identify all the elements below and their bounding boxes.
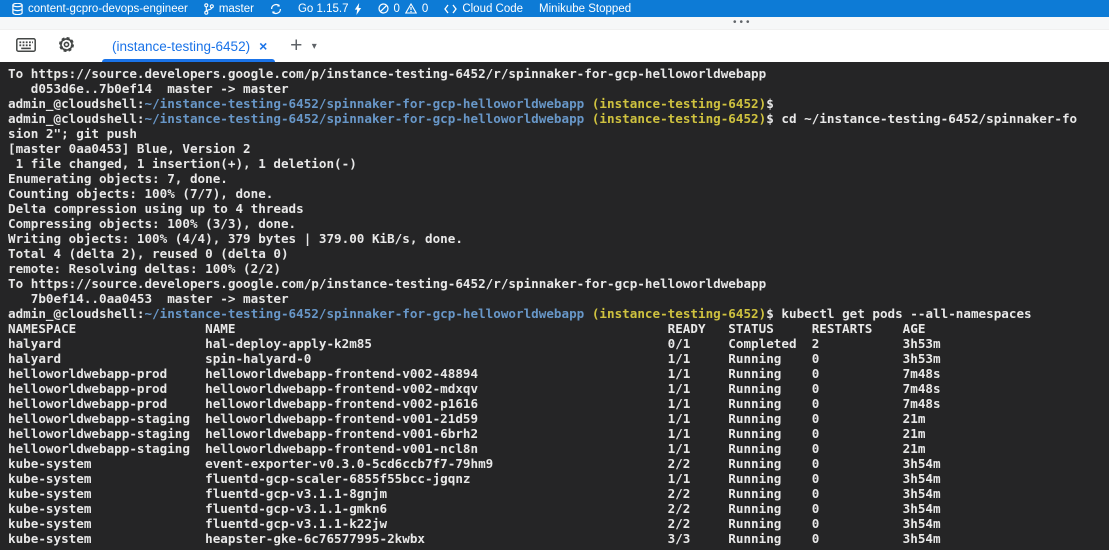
terminal-line: Total 4 (delta 2), reused 0 (delta 0) [8,246,1109,261]
terminal-line: admin_@cloudshell:~/instance-testing-645… [8,306,1109,321]
problems-indicator[interactable]: 0 0 [370,0,437,17]
status-bar: content-gcpro-devops-engineer master Go … [0,0,1109,17]
terminal-line: To https://source.developers.google.com/… [8,66,1109,81]
sync-button[interactable] [262,0,290,17]
go-version-label: Go 1.15.7 [298,3,349,15]
error-icon [378,3,389,14]
pod-row: helloworldwebapp-prod helloworldwebapp-f… [8,381,1109,396]
keyboard-button[interactable] [14,34,38,58]
terminal-settings-button[interactable] [54,34,78,58]
pod-row: halyard hal-deploy-apply-k2m85 0/1 Compl… [8,336,1109,351]
terminal-line: remote: Resolving deltas: 100% (2/2) [8,261,1109,276]
minikube-status-label: Minikube Stopped [539,3,631,15]
pod-row: kube-system fluentd-gcp-v3.1.1-gmkn6 2/2… [8,501,1109,516]
terminal-line: [master 0aa0453] Blue, Version 2 [8,141,1109,156]
pod-row: helloworldwebapp-staging helloworldwebap… [8,426,1109,441]
keyboard-icon [16,38,36,55]
bolt-icon [354,3,362,15]
terminal-line: 7b0ef14..0aa0453 master -> master [8,291,1109,306]
tab-instance-testing-6452[interactable]: (instance-testing-6452) × [98,30,279,62]
terminal-line: sion 2"; git push [8,126,1109,141]
go-version-indicator[interactable]: Go 1.15.7 [290,0,370,17]
terminal-line: d053d6e..7b0ef14 master -> master [8,81,1109,96]
terminal-line: Compressing objects: 100% (3/3), done. [8,216,1109,231]
pod-row: kube-system fluentd-gcp-scaler-6855f55bc… [8,471,1109,486]
cloud-code-indicator[interactable]: Cloud Code [436,0,531,17]
terminal-line: admin_@cloudshell:~/instance-testing-645… [8,111,1109,126]
tab-options-button[interactable]: ▾ [303,34,319,58]
git-branch-icon [204,3,214,15]
terminal-line: Writing objects: 100% (4/4), 379 bytes |… [8,231,1109,246]
pod-row: kube-system heapster-gke-6c76577995-2kwb… [8,531,1109,546]
pod-row: helloworldwebapp-staging helloworldwebap… [8,411,1109,426]
chevron-down-icon: ▾ [312,41,317,52]
panel-divider: ••• [0,17,1109,30]
tab-label: (instance-testing-6452) [112,39,250,54]
database-icon [12,3,23,15]
branch-label: master [219,3,254,15]
warning-count: 0 [422,3,428,15]
project-label: content-gcpro-devops-engineer [28,3,188,15]
tab-close-icon[interactable]: × [259,38,267,54]
pod-row: kube-system event-exporter-v0.3.0-5cd6cc… [8,456,1109,471]
gear-icon [57,35,76,57]
panel-drag-handle[interactable]: ••• [733,16,753,29]
code-brackets-icon [444,4,457,14]
pod-row: halyard spin-halyard-0 1/1 Running 0 3h5… [8,351,1109,366]
terminal-line: Delta compression using up to 4 threads [8,201,1109,216]
minikube-indicator[interactable]: Minikube Stopped [531,0,639,17]
pod-row: helloworldwebapp-staging helloworldwebap… [8,441,1109,456]
project-indicator[interactable]: content-gcpro-devops-engineer [4,0,196,17]
terminal-line: admin_@cloudshell:~/instance-testing-645… [8,96,1109,111]
plus-icon: + [290,36,302,56]
terminal-line: Counting objects: 100% (7/7), done. [8,186,1109,201]
pods-header-row: NAMESPACE NAME READY STATUS RESTARTS AGE [8,321,1109,336]
pod-row: kube-system fluentd-gcp-v3.1.1-8gnjm 2/2… [8,486,1109,501]
pod-row: helloworldwebapp-prod helloworldwebapp-f… [8,366,1109,381]
sync-icon [270,3,282,15]
terminal[interactable]: To https://source.developers.google.com/… [0,62,1109,550]
git-branch-indicator[interactable]: master [196,0,262,17]
cloud-code-label: Cloud Code [462,3,523,15]
terminal-line: 1 file changed, 1 insertion(+), 1 deleti… [8,156,1109,171]
add-tab-button[interactable]: + [279,34,303,58]
terminal-tab-bar: (instance-testing-6452) × + ▾ [0,30,1109,62]
terminal-line: Enumerating objects: 7, done. [8,171,1109,186]
pod-row: kube-system fluentd-gcp-v3.1.1-k22jw 2/2… [8,516,1109,531]
error-count: 0 [394,3,400,15]
pod-row: helloworldwebapp-prod helloworldwebapp-f… [8,396,1109,411]
terminal-line: To https://source.developers.google.com/… [8,276,1109,291]
warning-icon [405,3,417,14]
